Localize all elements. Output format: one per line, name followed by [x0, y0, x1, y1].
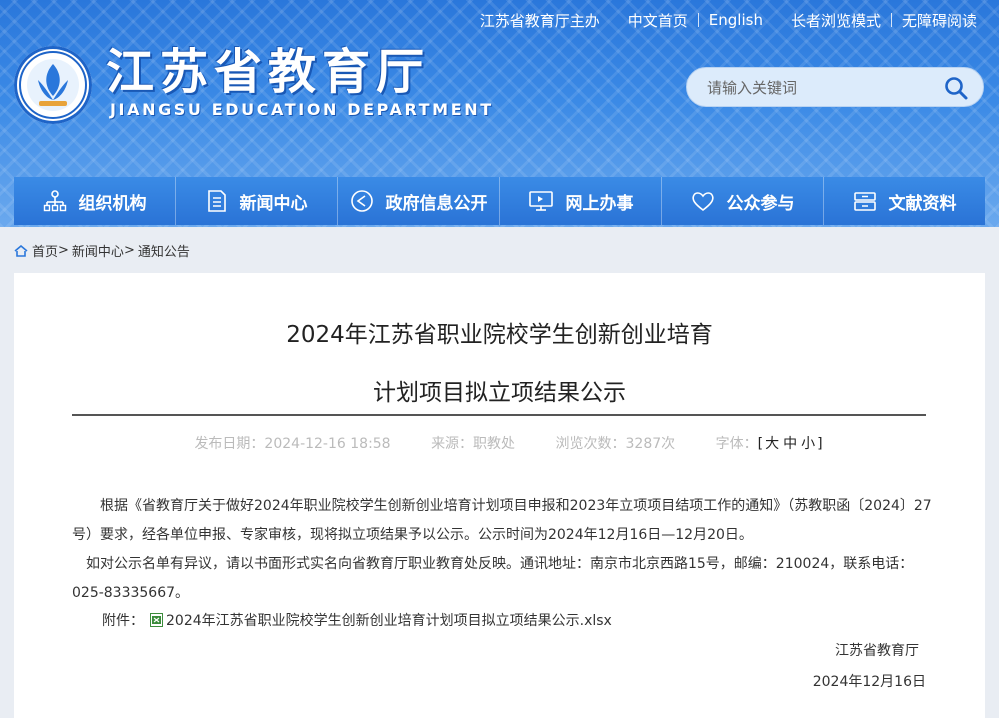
org-chart-icon: [43, 190, 66, 212]
font-size-controls: [大中小]: [757, 436, 823, 452]
article-panel: 2024年江苏省职业院校学生创新创业培育 计划项目拟立项结果公示 发布日期：20…: [14, 273, 985, 718]
title-divider: [72, 414, 926, 416]
breadcrumb-home[interactable]: 首页: [32, 241, 58, 260]
chinese-home-link[interactable]: 中文首页: [628, 10, 688, 31]
font-small-button[interactable]: 小: [801, 436, 815, 452]
nav-label: 组织机构: [78, 193, 147, 214]
signature: 江苏省教育厅: [835, 643, 919, 659]
english-link[interactable]: English: [709, 11, 763, 29]
breadcrumb-separator: >: [123, 243, 135, 258]
article-paragraph: 根据《省教育厅关于做好2024年职业院校学生创新创业培育计划项目申报和2023年…: [72, 492, 932, 550]
nav-label: 公众参与: [726, 193, 795, 214]
attachment: 附件： 2024年江苏省职业院校学生创新创业培育计划项目拟立项结果公示.xlsx: [102, 610, 612, 630]
logo-emblem-icon[interactable]: [14, 46, 92, 124]
excel-file-icon: [150, 613, 163, 627]
accessibility-link[interactable]: 无障碍阅读: [902, 10, 977, 31]
nav-label: 网上办事: [565, 193, 634, 214]
attachment-label: 附件：: [102, 613, 144, 629]
font-size-label: 字体：: [715, 436, 758, 452]
nav-info-disclosure[interactable]: 政府信息公开: [338, 177, 500, 225]
sponsor-text: 江苏省教育厅主办: [479, 11, 600, 30]
breadcrumb-separator: >: [58, 243, 69, 258]
online-service-icon: [528, 191, 553, 211]
article-title-line2: 计划项目拟立项结果公示: [373, 380, 626, 406]
breadcrumb: 首页 > 新闻中心 > 通知公告: [14, 241, 190, 260]
font-large-button[interactable]: 大: [765, 436, 779, 452]
nav-label: 政府信息公开: [385, 193, 488, 214]
heart-icon: [691, 192, 714, 212]
nav-label: 文献资料: [888, 193, 957, 214]
site-logo-subtitle: JIANGSU EDUCATION DEPARTMENT: [110, 100, 494, 119]
news-icon: [207, 190, 226, 212]
signature-date: 2024年12月16日: [812, 674, 926, 690]
paragraph-text: 如对公示名单有异议，请以书面形式实名向省教育厅职业教育处反映。通讯地址：南京市北…: [72, 556, 914, 601]
info-disclosure-icon: [350, 190, 373, 212]
home-icon: [14, 244, 28, 257]
publish-date: 发布日期：2024-12-16 18:58: [194, 436, 391, 452]
site-logo-title[interactable]: 江苏省教育厅: [106, 44, 430, 100]
documents-icon: [853, 192, 876, 211]
divider: [890, 13, 892, 27]
top-links: 江苏省教育厅主办 中文首页 English 长者浏览模式 无障碍阅读: [480, 10, 977, 30]
attachment-link[interactable]: 2024年江苏省职业院校学生创新创业培育计划项目拟立项结果公示.xlsx: [166, 610, 612, 630]
nav-label: 新闻中心: [239, 193, 308, 214]
article-paragraph: 如对公示名单有异议，请以书面形式实名向省教育厅职业教育处反映。通讯地址：南京市北…: [72, 550, 932, 608]
search-box: [686, 67, 984, 107]
site-header: 江苏省教育厅主办 中文首页 English 长者浏览模式 无障碍阅读 江苏省教育…: [0, 0, 999, 227]
font-medium-button[interactable]: 中: [783, 436, 797, 452]
article-title: 2024年江苏省职业院校学生创新创业培育: [286, 322, 713, 348]
search-input[interactable]: [705, 76, 929, 100]
divider: [697, 13, 699, 27]
nav-news[interactable]: 新闻中心: [176, 177, 338, 225]
breadcrumb-news[interactable]: 新闻中心: [72, 241, 124, 260]
paragraph-text: 根据《省教育厅关于做好2024年职业院校学生创新创业培育计划项目申报和2023年…: [72, 498, 932, 543]
nav-documents[interactable]: 文献资料: [824, 177, 985, 225]
main-nav: 组织机构 新闻中心 政府信息公开 网上办事 公众参与 文献资料: [14, 177, 985, 225]
nav-public-participation[interactable]: 公众参与: [662, 177, 824, 225]
search-icon[interactable]: [943, 75, 969, 101]
article-meta: 发布日期：2024-12-16 18:58 来源：职教处 浏览次数：3287次 …: [14, 433, 985, 453]
elder-mode-link[interactable]: 长者浏览模式: [791, 10, 881, 31]
breadcrumb-notices[interactable]: 通知公告: [138, 241, 190, 260]
nav-org[interactable]: 组织机构: [14, 177, 176, 225]
view-count: 浏览次数：3287次: [555, 436, 676, 452]
source: 来源：职教处: [431, 436, 516, 452]
nav-online-service[interactable]: 网上办事: [500, 177, 662, 225]
